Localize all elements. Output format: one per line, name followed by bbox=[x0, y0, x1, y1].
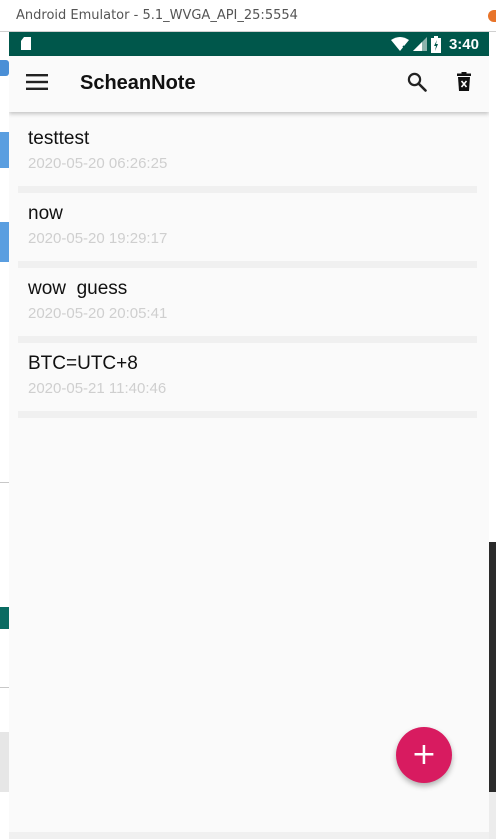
background-window-right bbox=[489, 32, 496, 839]
note-item[interactable]: BTC=UTC+8 2020-05-21 11:40:46 bbox=[9, 337, 489, 418]
app-toolbar: ScheanNote bbox=[9, 56, 489, 112]
note-title: now bbox=[28, 203, 63, 224]
note-item[interactable]: testtest 2020-05-20 06:26:25 bbox=[9, 112, 489, 193]
cell-signal-icon bbox=[412, 37, 427, 51]
sd-card-icon bbox=[21, 37, 31, 50]
background-app-icon bbox=[488, 10, 496, 22]
status-clock: 3:40 bbox=[448, 35, 479, 53]
note-title: testtest bbox=[28, 128, 90, 149]
battery-charging-icon bbox=[430, 35, 441, 53]
note-title: BTC=UTC+8 bbox=[28, 353, 138, 374]
status-icons: 3:40 bbox=[390, 32, 479, 56]
add-icon: + bbox=[411, 737, 437, 772]
note-divider bbox=[18, 411, 477, 418]
add-note-button[interactable]: + bbox=[396, 727, 452, 783]
note-date: 2020-05-20 20:05:41 bbox=[28, 305, 168, 322]
phone-screen: 3:40 ScheanNote testtest 2020-05-20 06:2… bbox=[9, 32, 489, 832]
menu-icon bbox=[26, 73, 48, 95]
note-date: 2020-05-20 19:29:17 bbox=[28, 230, 168, 247]
emulator-title: Android Emulator - 5.1_WVGA_API_25:5554 bbox=[16, 8, 298, 23]
note-title: wow guess bbox=[28, 278, 128, 299]
search-icon bbox=[407, 72, 427, 97]
note-item[interactable]: now 2020-05-20 19:29:17 bbox=[9, 187, 489, 268]
menu-button[interactable] bbox=[21, 68, 53, 100]
app-title: ScheanNote bbox=[80, 72, 196, 94]
emulator-titlebar: Android Emulator - 5.1_WVGA_API_25:5554 bbox=[0, 0, 496, 32]
delete-button[interactable] bbox=[448, 68, 480, 100]
search-button[interactable] bbox=[401, 68, 433, 100]
wifi-icon bbox=[390, 37, 409, 51]
note-date: 2020-05-20 06:26:25 bbox=[28, 155, 168, 172]
status-bar: 3:40 bbox=[9, 32, 489, 56]
note-list: testtest 2020-05-20 06:26:25 now 2020-05… bbox=[9, 112, 489, 418]
note-item[interactable]: wow guess 2020-05-20 20:05:41 bbox=[9, 262, 489, 343]
note-date: 2020-05-21 11:40:46 bbox=[28, 380, 167, 397]
background-window-left bbox=[0, 32, 9, 839]
delete-icon bbox=[457, 72, 471, 96]
emulator-window: Android Emulator - 5.1_WVGA_API_25:5554 bbox=[0, 0, 496, 839]
